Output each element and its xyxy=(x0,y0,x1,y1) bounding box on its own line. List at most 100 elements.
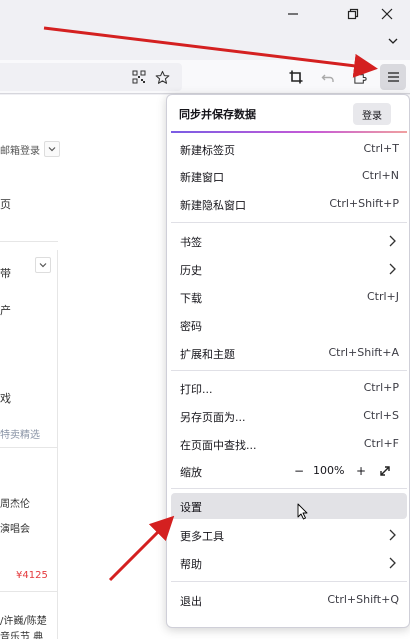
menu-item-new-window[interactable]: 新建窗口 Ctrl+N xyxy=(171,163,407,189)
menu-item-shortcut: Ctrl+J xyxy=(366,290,399,303)
menu-item-label: 另存页面为... xyxy=(180,411,246,424)
minimize-icon xyxy=(288,13,298,15)
zoom-out-button[interactable]: − xyxy=(291,463,307,479)
bookmark-star-button[interactable] xyxy=(150,65,174,89)
chevron-down-icon xyxy=(388,38,398,44)
menu-item-label: 新建标签页 xyxy=(180,144,235,157)
app-menu-panel: 同步并保存数据 登录 新建标签页 Ctrl+T 新建窗口 Ctrl+N 新建隐私… xyxy=(166,94,410,628)
menu-item-save-page[interactable]: 另存页面为... Ctrl+S xyxy=(171,403,407,429)
menu-item-new-tab[interactable]: 新建标签页 Ctrl+T xyxy=(171,136,407,162)
sync-title: 同步并保存数据 xyxy=(179,108,256,121)
menu-item-shortcut: Ctrl+Shift+Q xyxy=(327,593,399,606)
star-icon xyxy=(155,70,169,84)
hamburger-menu-icon xyxy=(387,72,399,82)
extensions-icon xyxy=(353,70,367,84)
menu-item-label: 打印... xyxy=(180,383,213,396)
page-text: 音乐节 典 xyxy=(0,632,44,639)
menu-item-label: 密码 xyxy=(180,320,202,333)
divider xyxy=(0,447,58,448)
page-text: 戏 xyxy=(0,392,11,405)
login-select[interactable]: 邮箱登录 xyxy=(0,139,60,159)
chevron-down-icon xyxy=(39,263,47,268)
divider xyxy=(0,591,58,592)
menu-item-shortcut: Ctrl+T xyxy=(363,142,399,155)
menu-item-label: 扩展和主题 xyxy=(180,348,235,361)
sync-header: 同步并保存数据 登录 xyxy=(167,95,410,131)
menu-item-find-in-page[interactable]: 在页面中查找... Ctrl+F xyxy=(171,431,407,457)
screenshot-button[interactable] xyxy=(284,65,308,89)
menu-item-label: 帮助 xyxy=(180,558,202,571)
close-icon xyxy=(381,8,393,20)
menu-item-bookmarks[interactable]: 书签 xyxy=(171,228,407,254)
menu-item-addons-themes[interactable]: 扩展和主题 Ctrl+Shift+A xyxy=(171,340,407,366)
card-dropdown[interactable] xyxy=(35,257,51,273)
menu-item-label: 更多工具 xyxy=(180,530,224,543)
chevron-down-icon xyxy=(48,147,56,152)
zoom-reset-button[interactable]: 100% xyxy=(313,464,344,477)
menu-separator xyxy=(171,488,407,489)
menu-item-new-private-window[interactable]: 新建隐私窗口 Ctrl+Shift+P xyxy=(171,191,407,217)
undo-button[interactable] xyxy=(316,65,340,89)
qr-code-button[interactable] xyxy=(127,65,151,89)
menu-item-help[interactable]: 帮助 xyxy=(171,550,407,576)
accent-line xyxy=(171,131,407,133)
menu-item-shortcut: Ctrl+N xyxy=(361,169,399,182)
select-arrow xyxy=(44,141,60,157)
qr-code-icon xyxy=(132,70,146,84)
menu-item-label: 新建窗口 xyxy=(180,171,224,184)
menu-separator xyxy=(171,222,407,223)
menu-item-passwords[interactable]: 密码 xyxy=(171,312,407,338)
chevron-right-icon xyxy=(389,263,396,275)
navigation-toolbar xyxy=(0,60,410,94)
menu-item-downloads[interactable]: 下载 Ctrl+J xyxy=(171,284,407,310)
page-text: /许巍/陈楚 xyxy=(0,616,47,627)
menu-item-print[interactable]: 打印... Ctrl+P xyxy=(171,375,407,401)
menu-item-history[interactable]: 历史 xyxy=(171,256,407,282)
menu-separator xyxy=(171,370,407,371)
content-card: 带 产 戏 特卖精选 周杰伦 演唱会 ¥4125 /许巍/陈楚 音乐节 典 xyxy=(0,250,58,639)
page-text: 带 xyxy=(0,267,11,280)
chevron-right-icon xyxy=(389,235,396,247)
fullscreen-button[interactable] xyxy=(377,463,393,479)
menu-item-quit[interactable]: 退出 Ctrl+Shift+Q xyxy=(171,587,407,613)
sign-in-button[interactable]: 登录 xyxy=(353,103,391,125)
menu-separator xyxy=(171,581,407,582)
menu-item-settings[interactable]: 设置 xyxy=(171,493,407,519)
menu-item-label: 在页面中查找... xyxy=(180,439,257,452)
menu-item-shortcut: Ctrl+S xyxy=(363,409,399,422)
menu-item-shortcut: Ctrl+Shift+P xyxy=(329,197,399,210)
menu-item-label: 缩放 xyxy=(180,466,202,479)
divider xyxy=(0,241,58,242)
menu-item-shortcut: Ctrl+Shift+A xyxy=(328,346,399,359)
crop-icon xyxy=(289,70,303,84)
price-label: ¥4125 xyxy=(16,570,48,581)
menu-item-more-tools[interactable]: 更多工具 xyxy=(171,522,407,548)
menu-item-label: 新建隐私窗口 xyxy=(180,199,246,212)
menu-item-label: 设置 xyxy=(180,501,202,514)
restore-icon xyxy=(347,8,359,20)
tab-list-button[interactable] xyxy=(380,28,406,54)
login-label: 邮箱登录 xyxy=(0,145,40,157)
page-text: 演唱会 xyxy=(0,524,30,535)
chevron-right-icon xyxy=(389,557,396,569)
page-text: 页 xyxy=(0,198,11,211)
undo-icon xyxy=(321,74,334,82)
page-text: 产 xyxy=(0,304,11,317)
menu-item-zoom: 缩放 − 100% + xyxy=(171,458,407,484)
hot-sale-link[interactable]: 特卖精选 xyxy=(0,426,40,441)
menu-item-shortcut: Ctrl+P xyxy=(363,381,399,394)
menu-item-shortcut: Ctrl+F xyxy=(363,437,399,450)
zoom-in-button[interactable]: + xyxy=(353,463,369,479)
open-menu-button[interactable] xyxy=(380,64,406,90)
fullscreen-icon xyxy=(380,466,390,476)
chevron-right-icon xyxy=(389,529,396,541)
extensions-button[interactable] xyxy=(348,65,372,89)
title-bar xyxy=(0,0,410,60)
page-text: 周杰伦 xyxy=(0,499,30,510)
close-button[interactable] xyxy=(364,0,410,28)
menu-item-label: 历史 xyxy=(180,264,202,277)
menu-item-label: 退出 xyxy=(180,595,202,608)
minimize-button[interactable] xyxy=(270,0,316,28)
menu-item-label: 下载 xyxy=(180,292,202,305)
menu-item-label: 书签 xyxy=(180,236,202,249)
